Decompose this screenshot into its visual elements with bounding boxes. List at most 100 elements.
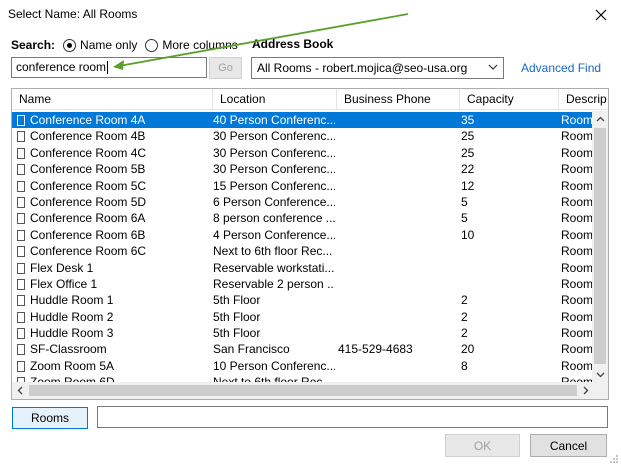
search-input[interactable]: conference room	[11, 57, 207, 78]
address-book-value: All Rooms - robert.mojica@seo-usa.org	[257, 61, 468, 75]
rooms-button[interactable]: Rooms	[12, 407, 88, 429]
row-name: Flex Office 1	[30, 276, 98, 291]
row-description: Room	[561, 358, 594, 373]
row-description: Room	[561, 293, 594, 308]
table-row[interactable]: Huddle Room 1 5th Floor 2 Room	[12, 292, 594, 308]
results-list: Name Location Business Phone Capacity De…	[11, 88, 609, 400]
column-header-location[interactable]: Location	[213, 89, 337, 110]
column-header-phone[interactable]: Business Phone	[337, 89, 460, 110]
row-name: Conference Room 5C	[30, 178, 147, 193]
row-description: Room	[561, 211, 594, 226]
rooms-recipient-field[interactable]	[97, 406, 608, 428]
room-icon	[17, 147, 25, 159]
radio-name-only[interactable]: Name only	[63, 38, 137, 52]
cancel-button[interactable]: Cancel	[530, 434, 607, 457]
room-icon	[17, 278, 25, 290]
row-capacity: 2	[461, 309, 468, 324]
table-row[interactable]: Conference Room 6A 8 person conference ..…	[12, 210, 594, 226]
chevron-left-icon	[17, 386, 23, 395]
radio-checked-icon	[63, 38, 77, 52]
room-icon	[17, 295, 25, 307]
row-location: 40 Person Conferenc...	[213, 113, 335, 127]
row-capacity: 5	[461, 211, 468, 226]
table-row[interactable]: Conference Room 6C Next to 6th floor Rec.…	[12, 243, 594, 259]
row-location: 30 Person Conferenc...	[213, 145, 335, 160]
table-row[interactable]: Huddle Room 3 5th Floor 2 Room	[12, 325, 594, 341]
table-row[interactable]: Flex Office 1 Reservable 2 person ... Room	[12, 276, 594, 292]
row-location: 15 Person Conferenc...	[213, 178, 335, 193]
row-location: San Francisco	[213, 342, 290, 357]
room-icon	[17, 115, 25, 126]
row-name: Conference Room 6A	[30, 211, 146, 226]
row-name: Conference Room 5B	[30, 162, 146, 177]
vertical-scroll-thumb[interactable]	[594, 128, 606, 364]
scroll-down-button[interactable]	[592, 367, 608, 383]
table-row[interactable]: Conference Room 4B 30 Person Conferenc...…	[12, 128, 594, 144]
chevron-down-icon	[596, 372, 604, 378]
room-icon	[17, 131, 25, 143]
resize-grip-icon[interactable]	[609, 454, 619, 464]
table-row[interactable]: Conference Room 4A 40 Person Conferenc...…	[12, 112, 594, 129]
advanced-find-link[interactable]: Advanced Find	[521, 61, 601, 75]
title-bar: Select Name: All Rooms	[0, 0, 621, 30]
row-description: Room	[561, 227, 594, 242]
room-icon	[17, 229, 25, 241]
row-name: Conference Room 6B	[30, 227, 146, 242]
column-header-capacity[interactable]: Capacity	[460, 89, 559, 110]
radio-more-columns[interactable]: More columns	[145, 38, 238, 52]
row-location: 5th Floor	[213, 326, 261, 341]
table-row[interactable]: Conference Room 5B 30 Person Conferenc...…	[12, 161, 594, 177]
row-name: SF-Classroom	[30, 342, 107, 357]
table-row[interactable]: Huddle Room 2 5th Floor 2 Room	[12, 309, 594, 325]
vertical-scrollbar[interactable]	[592, 111, 608, 383]
row-description: Room	[561, 178, 594, 193]
row-location: 8 person conference ...	[213, 211, 335, 226]
chevron-right-icon	[583, 386, 589, 395]
table-row[interactable]: SF-Classroom San Francisco 415-529-4683 20 R…	[12, 341, 594, 357]
close-button[interactable]	[585, 2, 617, 28]
row-capacity: 12	[461, 178, 475, 193]
row-location: Reservable workstati...	[213, 260, 335, 275]
row-location: 10 Person Conferenc...	[213, 358, 335, 373]
row-capacity: 35	[461, 113, 475, 127]
column-header-description[interactable]: Descrip	[559, 89, 608, 110]
row-location: 4 Person Conference...	[213, 227, 335, 242]
column-header-name[interactable]: Name	[12, 89, 213, 110]
row-location: 6 Person Conference...	[213, 194, 335, 209]
table-row[interactable]: Conference Room 5D 6 Person Conference...…	[12, 194, 594, 210]
row-name: Huddle Room 1	[30, 293, 114, 308]
row-capacity: 10	[461, 227, 475, 242]
room-icon	[17, 328, 25, 340]
horizontal-scrollbar[interactable]	[12, 382, 594, 399]
row-capacity: 5	[461, 194, 468, 209]
row-capacity: 8	[461, 358, 468, 373]
room-icon	[17, 262, 25, 274]
table-row[interactable]: Conference Room 5C 15 Person Conferenc...…	[12, 178, 594, 194]
table-row[interactable]: Flex Desk 1 Reservable workstati... Room	[12, 260, 594, 276]
ok-button[interactable]: OK	[445, 434, 520, 457]
scroll-left-button[interactable]	[12, 382, 28, 399]
room-icon	[17, 213, 25, 225]
window-title: Select Name: All Rooms	[8, 7, 138, 21]
row-capacity: 25	[461, 145, 475, 160]
row-description: Room	[561, 326, 594, 341]
row-location: 30 Person Conferenc...	[213, 129, 335, 144]
table-row[interactable]: Zoom Room 5A 10 Person Conferenc... 8 Room	[12, 358, 594, 374]
row-capacity: 25	[461, 129, 475, 144]
row-name: Flex Desk 1	[30, 260, 94, 275]
row-location: 30 Person Conferenc...	[213, 162, 335, 177]
row-name: Conference Room 5D	[30, 194, 147, 209]
room-icon	[17, 344, 25, 356]
scroll-up-button[interactable]	[592, 111, 608, 127]
table-row[interactable]: Conference Room 4C 30 Person Conferenc...…	[12, 145, 594, 161]
radio-more-columns-label: More columns	[162, 38, 238, 52]
row-location: 5th Floor	[213, 309, 261, 324]
horizontal-scroll-thumb[interactable]	[29, 385, 577, 396]
room-icon	[17, 360, 25, 372]
room-icon	[17, 311, 25, 323]
go-button[interactable]: Go	[209, 57, 242, 79]
row-description: Room	[561, 342, 594, 357]
address-book-select[interactable]: All Rooms - robert.mojica@seo-usa.org	[251, 57, 504, 79]
row-description: Room	[561, 260, 594, 275]
table-row[interactable]: Conference Room 6B 4 Person Conference...…	[12, 227, 594, 243]
